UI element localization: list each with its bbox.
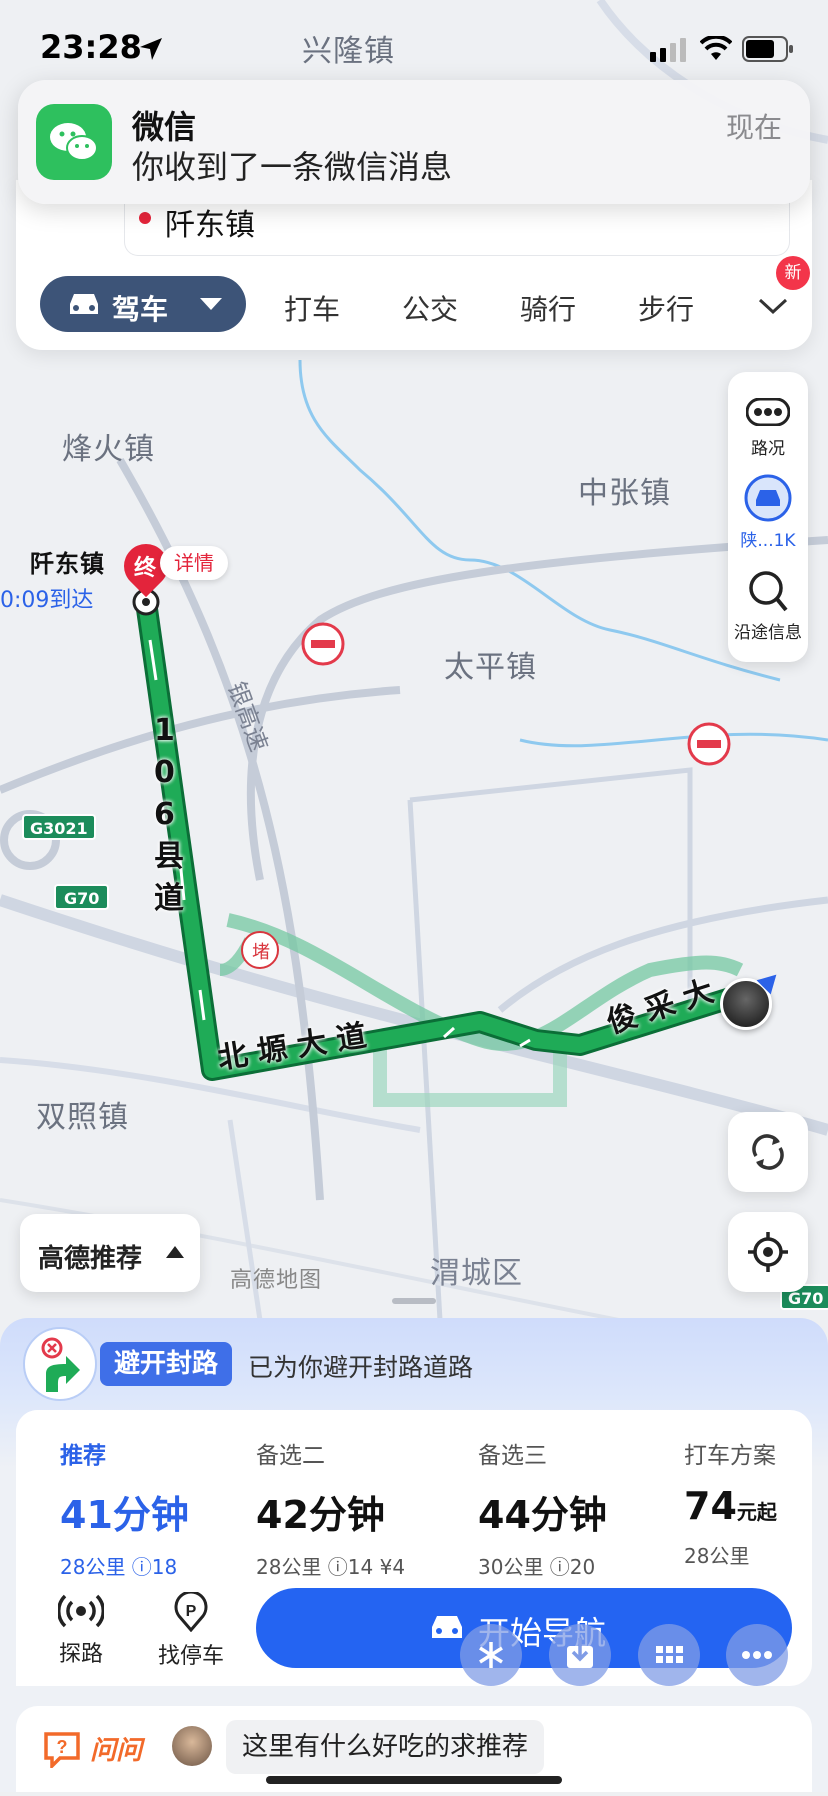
place-label: 双照镇: [36, 1100, 129, 1135]
location-arrow-icon: [140, 38, 162, 60]
route-option-alt3[interactable]: 备选三 44分钟 30公里 ⓘ20: [478, 1436, 607, 1580]
tab-drive[interactable]: 驾车: [40, 276, 246, 332]
tab-walk[interactable]: 步行: [638, 288, 694, 328]
route-label: 备选三: [478, 1443, 547, 1469]
svg-text:?: ?: [57, 1737, 68, 1757]
wifi-icon: [700, 36, 732, 60]
jam-icon: 堵: [252, 942, 270, 963]
grid-icon: [656, 1646, 683, 1663]
along-route-label: 沿途信息: [734, 623, 802, 643]
route-label: 推荐: [60, 1443, 106, 1469]
ask-logo-icon: ?: [44, 1732, 80, 1768]
map-controls: 路况 陕...1K 沿途信息: [728, 372, 808, 662]
avoid-closure-tag: 避开封路: [100, 1342, 233, 1386]
car-plate-icon: [744, 474, 792, 522]
svg-text:P: P: [186, 1603, 197, 1620]
route-price-unit: 元起: [736, 1500, 777, 1524]
plate-label: 陕...1K: [740, 531, 796, 551]
locate-button[interactable]: [728, 1212, 808, 1292]
place-label: 中张镇: [578, 476, 671, 511]
highway-shield: G3021: [22, 814, 96, 840]
plate-button[interactable]: 陕...1K: [728, 468, 808, 558]
arrival-time: 0:09到达: [0, 588, 94, 613]
sparkle-icon: [479, 1642, 503, 1668]
broadcast-icon: [57, 1594, 105, 1628]
explore-button[interactable]: 探路: [36, 1592, 126, 1668]
floating-grid-button[interactable]: [638, 1624, 700, 1686]
chevron-down-icon[interactable]: [758, 296, 788, 316]
search-icon: [749, 571, 788, 612]
highway-shield: G70: [54, 884, 110, 910]
tab-drive-label: 驾车: [112, 293, 169, 326]
place-label: 太平镇: [444, 650, 537, 685]
traffic-label: 路况: [751, 439, 785, 459]
route-sub: 30公里 ⓘ20: [478, 1555, 596, 1579]
explore-label: 探路: [58, 1642, 103, 1667]
drag-handle[interactable]: [392, 1298, 436, 1304]
traffic-toggle[interactable]: 路况: [728, 372, 808, 462]
notification-time: 现在: [725, 111, 782, 144]
route-sub: 28公里 ⓘ14 ¥4: [256, 1555, 406, 1579]
caret-down-icon: [200, 298, 222, 310]
route-search-card: 阡东镇 驾车 打车 公交 骑行 步行 新: [16, 180, 812, 350]
cellular-signal-icon: [650, 38, 686, 62]
crosshair-icon: [748, 1232, 788, 1272]
route-label: 备选二: [256, 1443, 325, 1469]
tab-taxi[interactable]: 打车: [284, 288, 340, 328]
route-label: 打车方案: [684, 1443, 776, 1469]
avatar: [172, 1726, 212, 1766]
parking-pin-icon: P: [174, 1590, 208, 1633]
wechat-notification[interactable]: 微信 你收到了一条微信消息 现在: [18, 80, 810, 204]
route-price: 74: [684, 1484, 737, 1528]
end-marker-label: 终: [134, 556, 157, 581]
route-time: 42分钟: [256, 1493, 385, 1537]
parking-label: 找停车: [157, 1644, 224, 1669]
refresh-icon: [752, 1134, 784, 1170]
route-option-alt2[interactable]: 备选二 42分钟 28公里 ⓘ14 ¥4: [256, 1436, 405, 1580]
notification-message: 你收到了一条微信消息: [132, 148, 453, 186]
refresh-route-button[interactable]: [728, 1112, 808, 1192]
status-time: 23:28: [40, 28, 142, 66]
along-route-button[interactable]: 沿途信息: [728, 564, 808, 660]
destination-dot-icon: [139, 212, 151, 224]
tab-bus[interactable]: 公交: [402, 288, 458, 328]
ask-suggestion[interactable]: 这里有什么好吃的求推荐: [226, 1720, 545, 1774]
new-badge: 新: [776, 256, 810, 290]
destination-map-label: 阡东镇: [30, 550, 105, 578]
battery-icon: [742, 36, 793, 62]
more-icon: [742, 1651, 772, 1659]
ask-logo-text: 问问: [90, 1736, 143, 1766]
home-indicator: [266, 1776, 562, 1784]
floating-more-button[interactable]: [726, 1624, 788, 1686]
tab-bike[interactable]: 骑行: [520, 288, 576, 328]
wechat-icon: [36, 104, 112, 180]
ask-bar[interactable]: ? 问问 这里有什么好吃的求推荐: [16, 1706, 812, 1792]
avoid-closure-icon: [23, 1327, 97, 1401]
route-option-taxi[interactable]: 打车方案 74元起 28公里: [684, 1436, 777, 1569]
floating-sparkle-button[interactable]: [460, 1624, 522, 1686]
map-watermark: 高德地图: [230, 1268, 323, 1293]
gaode-recommend-label: 高德推荐: [38, 1244, 143, 1274]
route-sub: 28公里: [684, 1544, 750, 1568]
floating-download-button[interactable]: [549, 1624, 611, 1686]
road-label-county: 106县道: [154, 713, 184, 916]
car-icon: [70, 294, 98, 314]
avoid-closure-text: 已为你避开封路道路: [248, 1353, 474, 1382]
start-navigation-button[interactable]: 开始导航: [256, 1588, 792, 1668]
download-icon: [567, 1638, 593, 1668]
route-time: 44分钟: [478, 1493, 607, 1537]
traffic-icon: [746, 398, 790, 426]
place-label: 渭城区: [430, 1256, 523, 1291]
end-detail-link[interactable]: 详情: [160, 546, 228, 580]
place-label: 烽火镇: [62, 432, 155, 467]
route-option-recommended[interactable]: 推荐 41分钟 28公里 ⓘ18: [60, 1436, 189, 1580]
travel-mode-tabs: 驾车 打车 公交 骑行 步行 新: [16, 256, 812, 332]
route-sub: 28公里 ⓘ18: [60, 1555, 178, 1579]
caret-up-icon: [166, 1246, 184, 1258]
route-time: 41分钟: [60, 1493, 189, 1537]
gaode-recommend-dropdown[interactable]: 高德推荐: [20, 1214, 200, 1292]
parking-button[interactable]: P 找停车: [146, 1590, 236, 1670]
destination-name: 阡东镇: [165, 208, 255, 243]
